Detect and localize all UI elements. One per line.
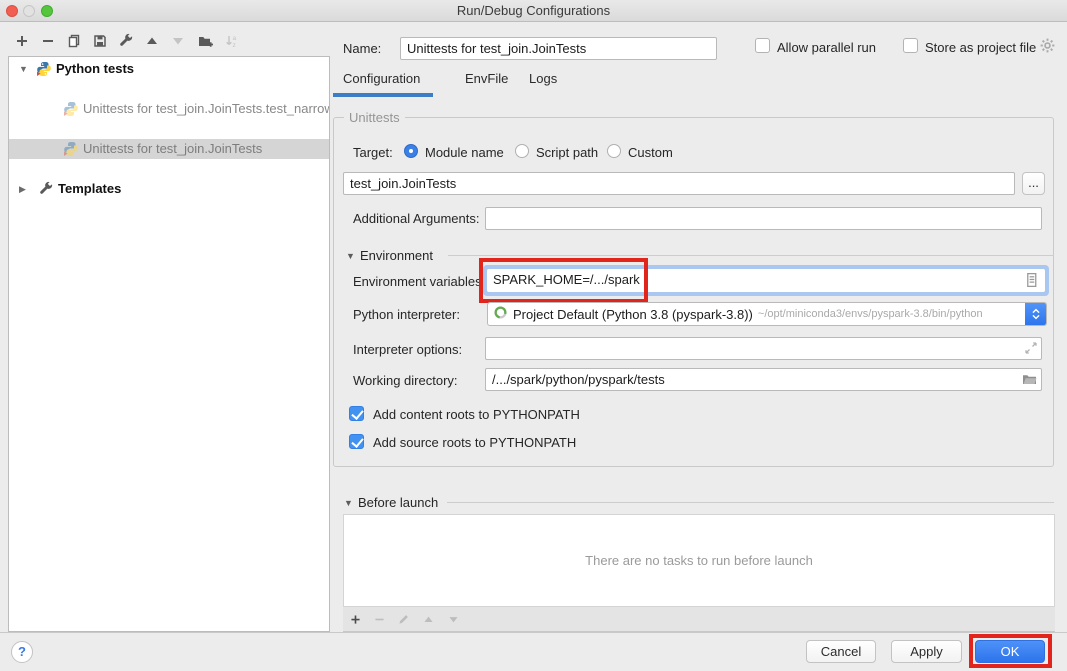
add-icon[interactable]	[12, 31, 32, 51]
interpreter-name: Project Default (Python 3.8 (pyspark-3.8…	[513, 307, 753, 322]
collapse-arrow-icon[interactable]: ▼	[344, 498, 353, 508]
tab-envfile[interactable]: EnvFile	[465, 71, 508, 86]
tree-item-label: Unittests for test_join.JoinTests.test_n…	[83, 99, 329, 119]
tab-logs[interactable]: Logs	[529, 71, 557, 86]
interpreter-options-input[interactable]	[485, 337, 1042, 360]
interpreter-options-label: Interpreter options:	[353, 342, 462, 357]
chevron-right-icon[interactable]: ▶	[19, 179, 26, 199]
add-source-roots-checkbox[interactable]	[349, 434, 364, 449]
tree-item-unittest-selected[interactable]: Unittests for test_join.JoinTests	[9, 139, 329, 159]
target-custom-label[interactable]: Custom	[628, 145, 673, 160]
before-launch-task-list: There are no tasks to run before launch	[343, 514, 1055, 607]
target-label: Target:	[353, 145, 393, 160]
additional-arguments-label: Additional Arguments:	[353, 211, 479, 226]
add-content-roots-checkbox[interactable]	[349, 406, 364, 421]
tree-item-label: Templates	[58, 179, 121, 199]
python-tests-icon	[36, 61, 52, 79]
expand-field-icon[interactable]	[1023, 340, 1039, 359]
remove-icon[interactable]	[38, 31, 58, 51]
active-tab-underline	[333, 93, 433, 97]
allow-parallel-run-checkbox[interactable]	[755, 38, 770, 53]
environment-variables-label: Environment variables:	[353, 274, 485, 289]
tree-item-templates[interactable]: ▶ Templates	[9, 179, 329, 199]
target-custom-radio[interactable]	[607, 144, 621, 158]
annotation-highlight-ok	[969, 634, 1052, 668]
section-divider	[448, 255, 1054, 256]
additional-arguments-input[interactable]	[485, 207, 1042, 230]
env-vars-editor-icon[interactable]	[1023, 271, 1040, 292]
edit-task-icon[interactable]	[395, 611, 411, 627]
unittests-section-label: Unittests	[344, 110, 405, 125]
module-name-input[interactable]: test_join.JoinTests	[343, 172, 1015, 195]
folder-icon[interactable]	[1021, 371, 1038, 390]
templates-wrench-icon	[38, 181, 54, 199]
python-test-icon	[63, 101, 79, 119]
window-title: Run/Debug Configurations	[0, 0, 1067, 22]
python-interpreter-label: Python interpreter:	[353, 307, 460, 322]
add-content-roots-label[interactable]: Add content roots to PYTHONPATH	[373, 407, 580, 422]
cancel-button[interactable]: Cancel	[806, 640, 876, 663]
svg-text:z: z	[233, 42, 236, 49]
python-interpreter-select[interactable]: Project Default (Python 3.8 (pyspark-3.8…	[487, 302, 1047, 326]
conda-env-icon	[493, 305, 508, 323]
tree-item-python-tests[interactable]: ▼ Python tests	[9, 59, 329, 79]
target-module-name-radio[interactable]	[404, 144, 418, 158]
environment-section-label[interactable]: Environment	[360, 248, 433, 263]
name-label: Name:	[343, 41, 381, 56]
gear-icon[interactable]	[1039, 37, 1056, 57]
annotation-highlight-env-vars	[479, 258, 648, 303]
move-down-icon[interactable]	[168, 31, 188, 51]
python-test-icon	[63, 141, 79, 159]
target-script-path-label[interactable]: Script path	[536, 145, 598, 160]
interpreter-path: ~/opt/miniconda3/envs/pyspark-3.8/bin/py…	[758, 308, 983, 320]
before-launch-empty-message: There are no tasks to run before launch	[585, 553, 813, 568]
working-directory-label: Working directory:	[353, 373, 458, 388]
apply-button[interactable]: Apply	[891, 640, 962, 663]
footer-divider	[0, 632, 1067, 633]
save-icon[interactable]	[90, 31, 110, 51]
copy-icon[interactable]	[64, 31, 84, 51]
move-task-up-icon[interactable]	[420, 611, 436, 627]
tab-configuration[interactable]: Configuration	[343, 71, 420, 86]
chevron-down-icon[interactable]: ▼	[19, 59, 28, 79]
wrench-icon[interactable]	[116, 31, 136, 51]
sort-icon[interactable]: az	[222, 31, 242, 51]
before-launch-section-label[interactable]: Before launch	[358, 495, 438, 510]
new-folder-icon[interactable]	[195, 31, 215, 51]
tree-item-unittest-narrow[interactable]: Unittests for test_join.JoinTests.test_n…	[9, 99, 329, 119]
tree-item-label: Unittests for test_join.JoinTests	[83, 139, 262, 159]
add-task-icon[interactable]	[347, 611, 363, 627]
help-button[interactable]: ?	[11, 641, 33, 663]
store-as-project-file-checkbox[interactable]	[903, 38, 918, 53]
name-input[interactable]: Unittests for test_join.JoinTests	[400, 37, 717, 60]
target-module-name-label[interactable]: Module name	[425, 145, 504, 160]
remove-task-icon[interactable]	[371, 611, 387, 627]
working-directory-input[interactable]: /.../spark/python/pyspark/tests	[485, 368, 1042, 391]
browse-button[interactable]: ...	[1022, 172, 1045, 195]
section-divider	[447, 502, 1054, 503]
move-task-down-icon[interactable]	[445, 611, 461, 627]
svg-text:a: a	[233, 35, 237, 42]
move-up-icon[interactable]	[142, 31, 162, 51]
target-script-path-radio[interactable]	[515, 144, 529, 158]
add-source-roots-label[interactable]: Add source roots to PYTHONPATH	[373, 435, 576, 450]
collapse-arrow-icon[interactable]: ▼	[346, 251, 355, 261]
allow-parallel-run-label[interactable]: Allow parallel run	[777, 40, 876, 55]
configurations-tree: ▼ Python tests Unittests for test_join.J…	[8, 56, 330, 632]
combo-dropdown-button[interactable]	[1025, 302, 1046, 326]
store-as-project-file-label[interactable]: Store as project file	[925, 40, 1036, 55]
tree-item-label: Python tests	[56, 59, 134, 79]
